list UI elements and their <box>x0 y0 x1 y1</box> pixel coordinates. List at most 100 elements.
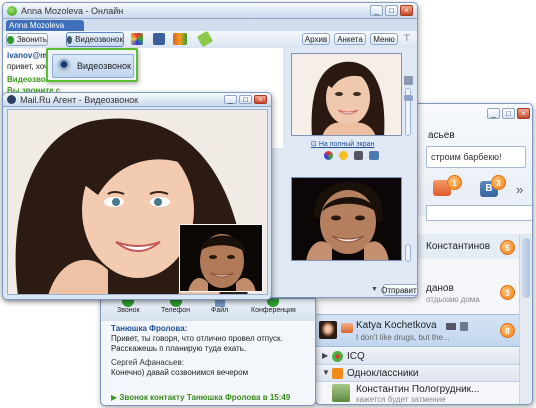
profile-button[interactable]: Анкета <box>334 33 366 45</box>
main-titlebar[interactable]: Anna Mozoleva - Онлайн _ □ × <box>3 3 417 19</box>
mic-icon[interactable] <box>354 151 363 160</box>
send-options-arrow[interactable]: ▼ <box>371 286 378 293</box>
phone-icon <box>169 299 182 307</box>
odnoklassniki-icon <box>332 368 343 379</box>
contact-status: кажется будет затмение <box>356 395 446 404</box>
effects-icon[interactable] <box>324 151 333 160</box>
status-text: строим барбекю! <box>431 152 502 162</box>
camera-icon[interactable] <box>369 151 379 160</box>
scroll-thumb[interactable] <box>522 238 530 298</box>
video-window-title: Mail.Ru Агент - Видеозвонок <box>20 94 139 105</box>
file-label: Файл <box>211 307 229 314</box>
conference-button[interactable]: Конференция <box>251 299 296 314</box>
mail-badge: 1 <box>447 175 462 190</box>
file-button[interactable]: Файл <box>211 299 228 314</box>
webcam-icon <box>67 35 73 44</box>
close-button[interactable]: × <box>400 5 413 16</box>
phone-button[interactable]: Телефон <box>161 299 190 314</box>
speaker-icon[interactable] <box>404 76 413 85</box>
call-notice: ▶ Звонок контакту Танюшка Фролова в 15:4… <box>111 393 290 402</box>
archive-button[interactable]: Архив <box>302 33 330 45</box>
message-sender: Сергей Афанасьев: <box>111 358 184 367</box>
gift-icon[interactable] <box>196 30 214 48</box>
minimize-button[interactable]: _ <box>487 108 500 119</box>
phone-label: Телефон <box>161 307 191 314</box>
contact-row-konstantin[interactable]: Константин Пологрудник... кажется будет … <box>316 382 520 404</box>
webcam-icon <box>57 58 71 74</box>
local-video-preview <box>291 177 402 261</box>
agent-icon <box>7 95 16 104</box>
people-icon[interactable] <box>173 33 187 45</box>
video-call-dropdown: Видеозвонок <box>46 48 138 82</box>
fullscreen-icon: ⊡ <box>311 141 317 148</box>
emoticon-icon[interactable] <box>339 151 348 160</box>
profile-label: Анкета <box>337 34 363 44</box>
slider-thumb[interactable] <box>404 95 413 101</box>
play-icon: ▶ <box>111 393 118 402</box>
expand-arrow-icon: ▶ <box>322 351 329 360</box>
contact-row-katya[interactable]: Katya Kochetkova I don't like drugs, but… <box>316 314 520 347</box>
group-odnoklassniki[interactable]: ▼ Одноклассники <box>316 365 520 382</box>
menu-label: Меню <box>373 34 395 44</box>
minimize-button[interactable]: _ <box>224 95 237 104</box>
phone-icon <box>7 35 14 44</box>
video-call-label: Видеозвонок <box>75 35 123 44</box>
media-controls <box>324 151 379 160</box>
maximize-button[interactable]: □ <box>502 108 515 119</box>
games-icon[interactable] <box>131 33 143 45</box>
close-button[interactable]: × <box>254 95 267 104</box>
dropdown-item-video-call[interactable]: Видеозвонок <box>52 54 134 78</box>
user-name: асьев <box>428 130 455 141</box>
group-icq[interactable]: ▶ ICQ <box>316 348 520 365</box>
contact-name: Константин Пологрудник... <box>356 384 480 395</box>
main-toolbar: Звонить Видеозвонок Архив Анкета Меню ⊤ <box>3 30 417 48</box>
more-networks-icon[interactable]: » <box>516 182 523 197</box>
save-icon[interactable] <box>153 33 165 45</box>
minimize-button[interactable]: _ <box>370 5 383 16</box>
archive-label: Архив <box>304 34 328 44</box>
fullscreen-link[interactable]: ⊡ На полный экран <box>311 140 374 148</box>
contact-video-panel: ⊡ На полный экран Отправить ▼ <box>284 48 418 297</box>
call-label: Звонить <box>16 35 47 44</box>
file-icon <box>214 299 225 307</box>
status-input[interactable]: строим барбекю! <box>426 146 526 168</box>
call-button[interactable]: Звонить <box>6 33 48 46</box>
tab-bar: Anna Mozoleva <box>3 19 417 31</box>
window-controls: _ □ × <box>485 108 530 119</box>
icq-flower-icon <box>332 351 343 362</box>
remote-video-preview <box>291 53 402 136</box>
avatar <box>319 321 337 339</box>
volume-slider[interactable] <box>404 88 413 136</box>
pin-icon[interactable]: ⊤ <box>403 33 411 45</box>
send-button[interactable]: Отправить <box>381 284 418 296</box>
maximize-button[interactable]: □ <box>385 5 398 16</box>
remote-video-main <box>7 109 268 295</box>
message-text: Привет, ты говоря, что отлично провел от… <box>111 334 283 353</box>
chat-toolbar: Звонок Телефон Файл Конференция <box>101 299 315 321</box>
chat-window-bottom: Звонок Телефон Файл Конференция Танюшка … <box>100 298 316 406</box>
unread-badge: 8 <box>500 323 515 338</box>
vk-badge: 3 <box>491 175 506 190</box>
video-titlebar[interactable]: Mail.Ru Агент - Видеозвонок _ □ × <box>3 93 271 107</box>
woman-photo <box>292 54 401 135</box>
avatar <box>332 384 350 402</box>
search-field[interactable] <box>426 205 532 221</box>
tab-label: Anna Mozoleva <box>9 21 65 30</box>
tab-anna[interactable]: Anna Mozoleva <box>6 20 84 31</box>
send-label: Отправить <box>381 285 418 295</box>
contact-list-scrollbar[interactable] <box>519 234 532 404</box>
window-title: Anna Mozoleva - Онлайн <box>21 5 124 16</box>
dropdown-label: Видеозвонок <box>77 61 131 71</box>
volume-slider-2[interactable] <box>405 244 411 262</box>
mail-status-icon <box>341 323 353 333</box>
call-button[interactable]: Звонок <box>117 299 140 314</box>
close-button[interactable]: × <box>517 108 530 119</box>
conference-label: Конференция <box>251 307 296 314</box>
menu-button[interactable]: Меню <box>370 33 398 45</box>
man-photo <box>292 178 401 260</box>
message-sender: Танюшка Фролова: <box>111 324 188 333</box>
video-call-button[interactable]: Видеозвонок <box>66 32 124 47</box>
contact-name: данов <box>426 283 454 294</box>
maximize-button[interactable]: □ <box>239 95 252 104</box>
call-notice-text: Звонок контакту Танюшка Фролова в 15:49 <box>119 393 291 402</box>
